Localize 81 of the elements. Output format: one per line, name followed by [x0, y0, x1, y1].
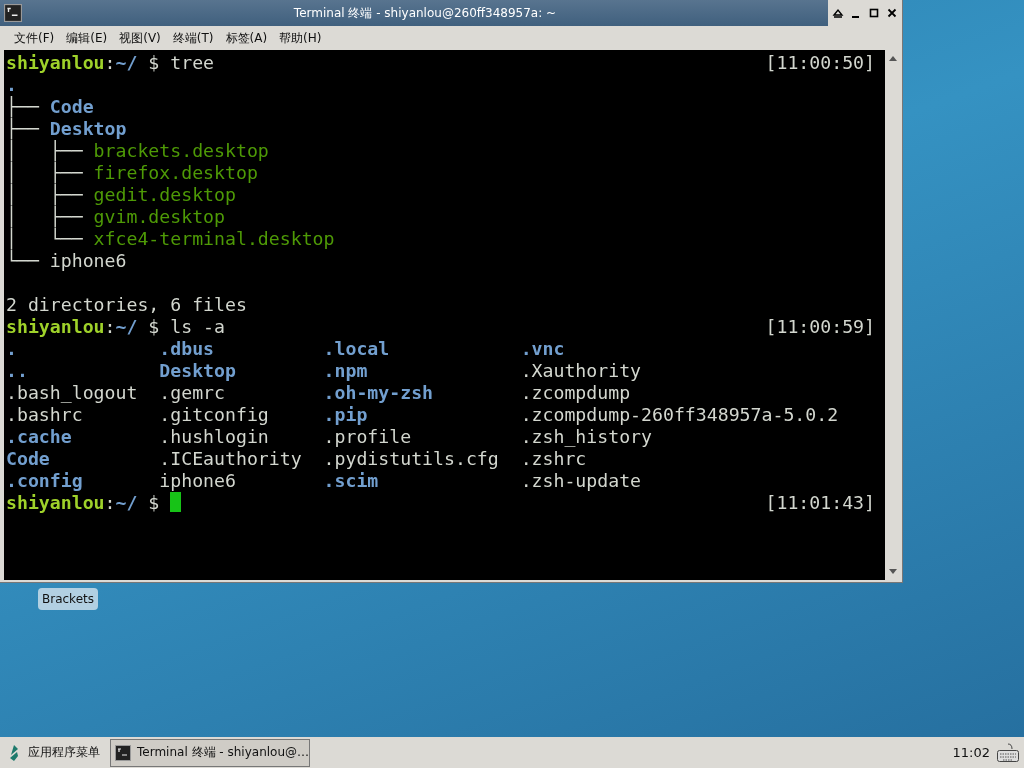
directory-name: .. — [6, 360, 29, 382]
terminal-text: │ ├── — [6, 162, 84, 183]
directory-name: .dbus — [159, 338, 216, 360]
terminal-text: │ └── — [6, 228, 84, 249]
terminal-text: .ICEauthority — [159, 448, 303, 470]
scrollbar[interactable] — [885, 50, 901, 580]
directory-name: . — [6, 338, 18, 360]
terminal-text: iphone6 — [159, 470, 237, 492]
shade-icon[interactable] — [832, 7, 844, 19]
terminal-text: 2 directories, 6 files — [6, 294, 247, 315]
terminal-text: .bashrc — [6, 404, 84, 426]
terminal-text: .zsh_history — [520, 426, 654, 448]
terminal-text: .gitconfig — [159, 404, 270, 426]
directory-name: .config — [6, 470, 84, 492]
timestamp: [11:00:59] — [765, 316, 875, 338]
directory-name: .pip — [323, 404, 369, 426]
menu-item[interactable]: 帮助(H) — [273, 27, 328, 49]
terminal-text: ├── — [6, 96, 40, 117]
directory-name: Desktop — [49, 118, 127, 139]
file-name: brackets.desktop — [93, 140, 269, 161]
scroll-up-icon[interactable] — [888, 54, 898, 62]
keyboard-icon[interactable] — [996, 741, 1020, 764]
menu-item[interactable]: 终端(T) — [166, 27, 220, 49]
directory-name: .cache — [6, 426, 73, 448]
directory-name: .scim — [323, 470, 380, 492]
directory-name: . — [6, 74, 17, 95]
terminal-icon — [4, 4, 22, 22]
terminal-text: └── iphone6 — [6, 250, 127, 271]
file-name: firefox.desktop — [93, 162, 258, 183]
clock: 11:02 — [952, 745, 990, 760]
directory-name: Desktop — [159, 360, 237, 382]
directory-name: Code — [49, 96, 94, 117]
scroll-down-icon[interactable] — [888, 568, 898, 576]
terminal-text: │ ├── — [6, 206, 84, 227]
terminal-text: │ ├── — [6, 140, 84, 161]
directory-name: .npm — [323, 360, 369, 382]
file-name: xfce4-terminal.desktop — [93, 228, 335, 249]
directory-name: .oh-my-zsh — [323, 382, 435, 404]
file-name: gvim.desktop — [93, 206, 225, 227]
terminal-text: $ ls -a — [147, 316, 226, 337]
terminal-text: .hushlogin — [159, 426, 270, 448]
terminal-text: .pydistutils.cfg — [323, 448, 500, 470]
terminal-text: : — [104, 316, 116, 337]
prompt-user: shiyanlou — [6, 52, 105, 73]
terminal-text: .zsh-update — [520, 470, 643, 492]
terminal-text: $ tree — [147, 52, 215, 73]
prompt-path: ~/ — [115, 52, 138, 73]
prompt-user: shiyanlou — [6, 316, 105, 337]
task-button[interactable]: Terminal 终端 - shiyanlou@… — [110, 738, 310, 767]
terminal-text: .profile — [323, 426, 413, 448]
terminal-text: .zcompdump-260ff348957a-5.0.2 — [520, 404, 840, 426]
menu-item[interactable]: 文件(F) — [8, 27, 61, 49]
directory-name: Code — [6, 448, 51, 470]
prompt-path: ~/ — [115, 316, 138, 337]
close-icon[interactable] — [886, 7, 898, 19]
menu-item[interactable]: 编辑(E) — [60, 27, 114, 49]
timestamp: [11:00:50] — [765, 52, 875, 74]
terminal-text: ├── — [6, 118, 40, 139]
terminal-text: .gemrc — [159, 382, 226, 404]
prompt-path: ~/ — [115, 492, 138, 513]
menu-item[interactable]: 视图(V) — [113, 27, 167, 49]
terminal-text: .zshrc — [520, 448, 588, 470]
directory-name: .vnc — [520, 338, 566, 360]
directory-name: .local — [323, 338, 391, 360]
terminal-text: : — [104, 52, 116, 73]
leaf-icon — [8, 743, 20, 762]
window-title: Terminal 终端 - shiyanlou@260ff348957a: ~ — [292, 4, 558, 22]
terminal-text: .zcompdump — [520, 382, 632, 404]
menu-item[interactable]: 标签(A) — [219, 27, 274, 49]
desktop-icon-label[interactable]: Brackets — [38, 588, 98, 610]
file-name: gedit.desktop — [93, 184, 236, 205]
prompt-user: shiyanlou — [6, 492, 105, 513]
timestamp: [11:01:43] — [765, 492, 875, 514]
terminal-text: │ ├── — [6, 184, 84, 205]
terminal-text: .Xauthority — [520, 360, 643, 382]
maximize-icon[interactable] — [868, 7, 880, 19]
app-menu-button[interactable]: 应用程序菜单 — [4, 743, 104, 762]
terminal-text: : — [104, 492, 116, 513]
terminal-icon — [115, 744, 131, 761]
terminal-text: .bash_logout — [6, 382, 139, 404]
terminal-text: $ — [147, 492, 160, 513]
